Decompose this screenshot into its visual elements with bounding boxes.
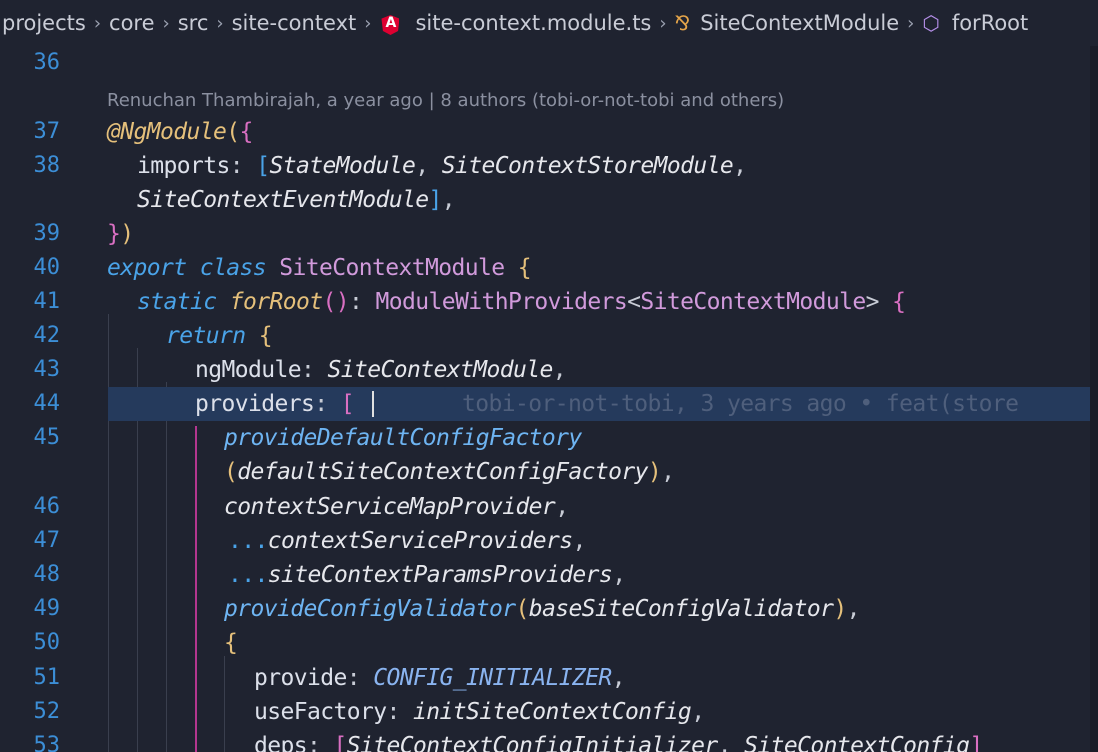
angular-icon [381,15,400,35]
code-text: deps: [SiteContextConfigInitializer, Sit… [254,733,983,752]
chevron-right-icon: › [93,12,102,34]
symbol-class-icon: ⅋ [674,11,691,35]
code-text: provide: CONFIG_INITIALIZER, [254,665,626,691]
code-text: provideDefaultConfigFactory [224,425,582,451]
breadcrumb-class[interactable]: SiteContextModule [698,11,901,35]
breadcrumb-projects[interactable]: projects [0,11,88,35]
code-text: imports: [StateModule, SiteContextStoreM… [137,153,747,179]
code-text: SiteContextEventModule], [137,187,456,213]
line-number: 45 [33,425,61,450]
codelens-row: Renuchan Thambirajah, a year ago | 8 aut… [0,84,1098,118]
code-line: 52 useFactory: initSiteContextConfig, [0,695,1098,729]
line-number: 49 [33,596,61,621]
line-number: 52 [33,699,61,724]
chevron-right-icon: › [659,12,667,34]
breadcrumb-method[interactable]: forRoot [950,11,1030,35]
code-text: return { [166,323,273,349]
code-line: 37 @NgModule({ [0,115,1098,149]
code-line: 48 ...siteContextParamsProviders, [0,558,1098,592]
line-number: 37 [33,119,61,144]
code-line: 43 ngModule: SiteContextModule, [0,353,1098,387]
chevron-right-icon: › [364,12,372,34]
line-number: 44 [33,391,61,416]
breadcrumb: projects › core › src › site-context › s… [0,0,1098,46]
line-number: 47 [33,528,61,553]
code-text: { [224,630,238,656]
code-text: ...contextServiceProviders, [228,528,586,554]
chevron-right-icon: › [162,12,170,34]
line-number: 42 [33,323,61,348]
code-text: @NgModule({ [107,119,253,145]
breadcrumb-src[interactable]: src [176,11,211,35]
code-line: 51 provide: CONFIG_INITIALIZER, [0,661,1098,695]
line-number: 41 [33,289,61,314]
code-line-wrapped: (defaultSiteContextConfigFactory), [0,455,1098,489]
code-text: useFactory: initSiteContextConfig, [254,699,705,725]
code-line: 46 contextServiceMapProvider, [0,490,1098,524]
code-line: 47 ...contextServiceProviders, [0,524,1098,558]
code-text: export class SiteContextModule { [107,255,532,281]
code-text: static forRoot(): ModuleWithProviders<Si… [137,289,906,315]
line-number: 50 [33,630,61,655]
line-number: 46 [33,494,61,519]
code-editor[interactable]: 36 Renuchan Thambirajah, a year ago | 8 … [0,46,1098,752]
line-number: 38 [33,153,61,178]
code-text: contextServiceMapProvider, [224,494,569,520]
line-number: 39 [33,221,61,246]
symbol-method-icon: ⬡ [922,11,940,35]
code-line: 53 deps: [SiteContextConfigInitializer, … [0,729,1098,752]
code-line: 50 { [0,626,1098,660]
line-number: 40 [33,255,61,280]
breadcrumb-site-context[interactable]: site-context [230,11,359,35]
code-line: 42 return { [0,319,1098,353]
breadcrumb-file[interactable]: site-context.module.ts [413,11,653,35]
code-text: ngModule: SiteContextModule, [195,357,567,383]
code-line-wrapped: SiteContextEventModule], [0,183,1098,217]
code-text: provideConfigValidator(baseSiteConfigVal… [224,596,861,622]
code-line: 39 }) [0,217,1098,251]
text-cursor [372,391,374,417]
line-number: 43 [33,357,61,382]
code-line: 36 [0,46,1098,80]
inline-blame-annotation[interactable]: tobi-or-not-tobi, 3 years ago • feat(sto… [462,387,1019,421]
chevron-right-icon: › [216,12,224,34]
code-line: 40 export class SiteContextModule { [0,251,1098,285]
line-number: 48 [33,562,61,587]
line-number: 51 [33,665,61,690]
code-line: 45 provideDefaultConfigFactory [0,421,1098,455]
code-text: (defaultSiteContextConfigFactory), [224,459,675,485]
blame-codelens[interactable]: Renuchan Thambirajah, a year ago | 8 aut… [107,84,784,118]
vertical-scrollbar[interactable] [1090,46,1098,752]
code-line: 49 provideConfigValidator(baseSiteConfig… [0,592,1098,626]
line-number: 36 [33,50,61,75]
line-number: 53 [33,733,61,752]
code-line: 38 imports: [StateModule, SiteContextSto… [0,149,1098,183]
breadcrumb-core[interactable]: core [107,11,157,35]
code-text: }) [107,221,134,247]
chevron-right-icon: › [907,12,915,34]
code-line: 41 static forRoot(): ModuleWithProviders… [0,285,1098,319]
code-line-current: 44 providers: [ tobi-or-not-tobi, 3 year… [0,387,1098,421]
code-text: providers: [ [195,391,355,417]
code-text: ...siteContextParamsProviders, [228,562,626,588]
